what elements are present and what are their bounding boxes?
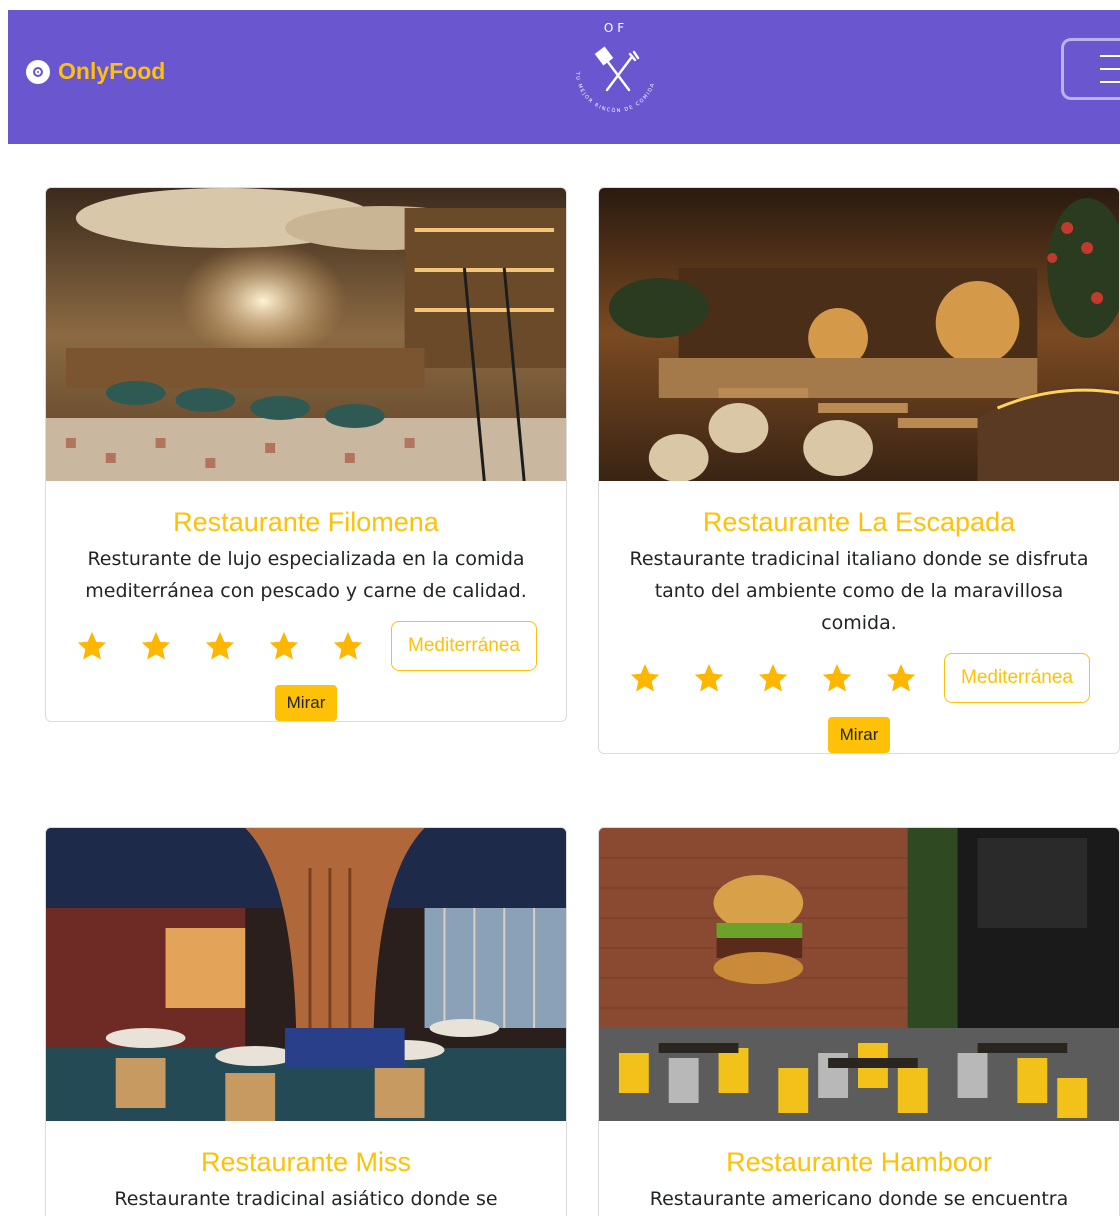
top-navbar: OnlyFood OF TU MEJOR RINCÓN DE COMIDA	[8, 10, 1120, 144]
star-rating	[628, 661, 918, 695]
rating-row: Mediterránea	[617, 653, 1101, 703]
restaurant-title: Restaurante Filomena	[173, 507, 439, 537]
star-rating	[75, 629, 365, 663]
restaurant-description: Restaurante americano donde se encuentra	[649, 1188, 1069, 1210]
restaurant-title: Restaurante La Escapada	[702, 507, 1016, 537]
mirar-button[interactable]: Mirar	[274, 685, 338, 721]
cuisine-tag[interactable]: Mediterránea	[391, 621, 537, 671]
star-icon	[333, 631, 363, 660]
restaurant-description: Resturante de lujo especializada en la c…	[85, 548, 527, 602]
site-logo: OF TU MEJOR RINCÓN DE COMIDA	[574, 21, 655, 114]
rating-row: Mediterránea	[64, 621, 548, 671]
restaurant-card: Restaurante Hamboor Restaurante american…	[598, 827, 1120, 1216]
hamburger-icon	[1100, 55, 1120, 57]
star-icon	[694, 663, 724, 692]
hamburger-menu-button[interactable]	[1061, 38, 1120, 100]
restaurant-title: Restaurante Hamboor	[726, 1147, 992, 1177]
restaurant-description: Restaurante tradicinal asiático donde se	[114, 1188, 498, 1210]
star-icon	[886, 663, 916, 692]
restaurant-dining-room-photo	[599, 188, 1119, 481]
logo-text-top: OF	[604, 21, 628, 35]
star-icon	[630, 663, 660, 692]
star-icon	[269, 631, 299, 660]
restaurant-description: Restaurante tradicinal italiano donde se…	[629, 548, 1089, 634]
restaurant-burger-wall-photo	[599, 828, 1119, 1121]
star-icon	[758, 663, 788, 692]
restaurant-card: Restaurante Filomena Resturante de lujo …	[45, 187, 567, 722]
restaurant-card: Restaurante La Escapada Restaurante trad…	[598, 187, 1120, 754]
restaurant-bar-photo	[46, 188, 566, 481]
cuisine-tag[interactable]: Mediterránea	[944, 653, 1090, 703]
restaurant-title: Restaurante Miss	[200, 1147, 412, 1177]
star-icon	[822, 663, 852, 692]
restaurant-card: Restaurante Miss Restaurante tradicinal …	[45, 827, 567, 1216]
egg-logo-icon	[26, 59, 50, 84]
fork-spatula-icon	[594, 46, 640, 92]
mirar-button[interactable]: Mirar	[827, 717, 891, 753]
restaurant-asian-interior-photo	[46, 828, 566, 1121]
brand-name: OnlyFood	[58, 58, 166, 84]
brand-link[interactable]: OnlyFood	[26, 58, 165, 85]
star-icon	[77, 631, 107, 660]
star-icon	[205, 631, 235, 660]
star-icon	[141, 631, 171, 660]
